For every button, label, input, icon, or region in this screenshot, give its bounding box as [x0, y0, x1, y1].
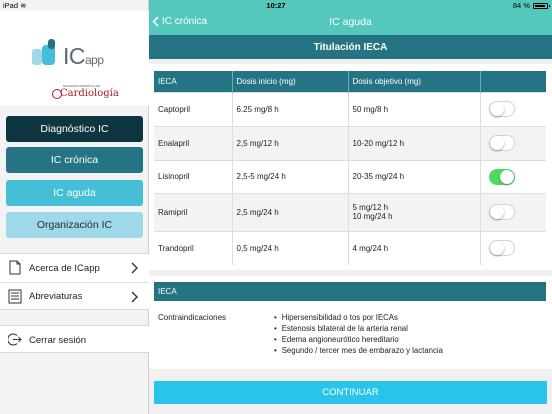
table-row: Trandopril 0,5 mg/24 h 4 mg/24 h [154, 230, 546, 265]
start-dose: 6.25 mg/8 h [231, 91, 348, 126]
table-row: Enalapril 2,5 mg/12 h 10-20 mg/12 h [154, 125, 546, 160]
drug-name: Enalapril [154, 125, 232, 160]
target-dose: 50 mg/8 h [347, 91, 480, 126]
icapp-logo-icon [32, 39, 55, 65]
table-row: Ramipril 2,5 mg/24 h 5 mg/12 h 10 mg/24 h [154, 192, 546, 231]
menu-ic-aguda[interactable]: IC aguda [6, 180, 143, 206]
list-icon [8, 289, 22, 304]
toggle-enalapril[interactable] [488, 135, 515, 151]
table-row: Captopril 6.25 mg/8 h 50 mg/8 h [154, 91, 546, 126]
toggle-trandopril[interactable] [488, 240, 515, 257]
logo-wordmark: ICapp [63, 43, 104, 69]
toggle-captopril[interactable] [488, 101, 515, 117]
link-acerca[interactable]: Acerca de ICapp [0, 254, 149, 282]
list-item: Estenosis bilateral de la arteria renal [274, 323, 443, 334]
drug-name: Trandopril [154, 230, 232, 265]
document-icon [9, 260, 21, 275]
chevron-right-icon [131, 291, 138, 303]
ieca-dosage-table: IECA Dosis inicio (mg) Dosis objetivo (m… [154, 71, 546, 265]
target-dose: 20-35 mg/24 h [347, 159, 480, 193]
start-dose: 2,5-5 mg/24 h [231, 159, 348, 193]
drug-name: Lisinopril [154, 159, 232, 193]
target-dose: 5 mg/12 h 10 mg/24 h [347, 192, 480, 231]
contraindications-header: IECA [154, 282, 546, 301]
chevron-right-icon [131, 262, 138, 274]
col-toggle [479, 71, 546, 92]
logout-icon [8, 333, 22, 346]
battery-icon [533, 2, 550, 9]
contraindications-list: Hipersensibilidad o tos por IECAs Esteno… [274, 312, 443, 356]
target-dose: 10-20 mg/12 h [347, 125, 480, 160]
list-item: Hipersensibilidad o tos por IECAs [274, 312, 443, 323]
sidebar: ICapp SOCIEDAD ESPAÑOLA DE Cardiología D… [0, 0, 149, 414]
battery-indicator: 84 % [513, 1, 550, 10]
table-header-row: IECA Dosis inicio (mg) Dosis objetivo (m… [154, 71, 546, 92]
col-dosis-objetivo: Dosis objetivo (mg) [347, 71, 480, 92]
main-content: IC crónica IC aguda Titulación IECA IECA… [149, 0, 552, 414]
logout-button[interactable]: Cerrar sesión [0, 326, 149, 354]
dosage-panel: IECA Dosis inicio (mg) Dosis objetivo (m… [149, 64, 552, 270]
logout-section: Cerrar sesión [0, 325, 149, 353]
contraindications-label: Contraindicaciones [158, 313, 227, 322]
drug-name: Captopril [154, 91, 232, 126]
target-dose: 4 mg/24 h [347, 230, 480, 265]
menu-organizacion-ic[interactable]: Organización IC [6, 212, 143, 238]
logo-area: ICapp SOCIEDAD ESPAÑOLA DE Cardiología [0, 11, 149, 106]
info-links: Acerca de ICapp Abreviaturas [0, 253, 149, 310]
menu-ic-cronica[interactable]: IC crónica [6, 147, 143, 173]
start-dose: 2,5 mg/12 h [231, 125, 348, 160]
continue-button[interactable]: CONTINUAR [154, 381, 547, 404]
table-row: Lisinopril 2,5-5 mg/24 h 20-35 mg/24 h [154, 159, 546, 193]
col-dosis-inicio: Dosis inicio (mg) [231, 71, 348, 92]
link-abreviaturas[interactable]: Abreviaturas [0, 282, 149, 310]
list-item: Segundo / tercer mes de embarazo y lacta… [274, 345, 443, 356]
list-item: Edema angioneurótico hereditario [274, 334, 443, 345]
start-dose: 2,5 mg/24 h [231, 192, 348, 231]
sec-logo: SOCIEDAD ESPAÑOLA DE Cardiología [52, 84, 119, 101]
section-title: Titulación IECA [149, 35, 552, 59]
col-ieca: IECA [154, 71, 232, 92]
drug-name: Ramipril [154, 192, 232, 231]
toggle-lisinopril[interactable] [488, 168, 515, 185]
status-bar: iPad ≋ 10:27 84 % [0, 0, 552, 11]
nav-title: IC aguda [329, 16, 372, 28]
contraindications-panel: IECA Contraindicaciones Hipersensibilida… [149, 276, 552, 369]
start-dose: 0,5 mg/24 h [231, 230, 348, 265]
menu-diagnostico-ic[interactable]: Diagnóstico IC [6, 116, 143, 142]
clock: 10:27 [266, 1, 286, 10]
toggle-ramipril[interactable] [488, 204, 515, 220]
